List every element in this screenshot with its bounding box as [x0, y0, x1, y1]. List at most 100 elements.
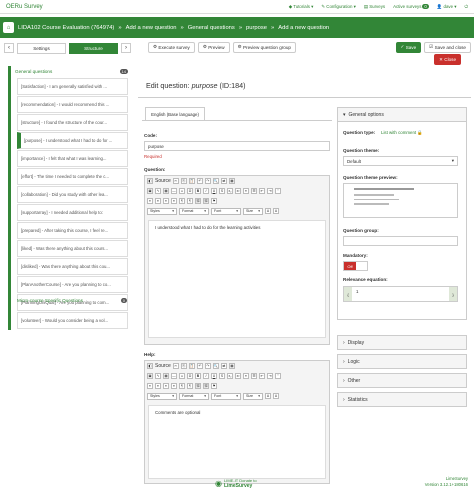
paste-icon[interactable]: 📋: [188, 363, 195, 369]
undo-icon[interactable]: ↶: [196, 178, 203, 184]
save-button[interactable]: ✓ Save: [395, 41, 422, 53]
align-center-icon[interactable]: ≡: [155, 383, 161, 389]
question-item[interactable]: [importance] - I felt that what I was le…: [17, 150, 128, 167]
bold-icon[interactable]: B: [195, 188, 201, 194]
expand-sidebar-button[interactable]: ›: [121, 43, 131, 53]
styles-dropdown[interactable]: Styles ▾: [147, 392, 177, 400]
anchor-icon[interactable]: ⚑: [211, 198, 217, 204]
table-icon[interactable]: ▦: [163, 373, 169, 379]
special-char-icon[interactable]: Ω: [187, 373, 193, 379]
numbered-list-icon[interactable]: ≡: [243, 373, 249, 379]
source-button[interactable]: Source: [155, 178, 171, 184]
format-dropdown[interactable]: Format ▾: [179, 392, 209, 400]
question-item[interactable]: [volunteer] - Would you consider being a…: [17, 312, 128, 329]
redo-icon[interactable]: ↷: [204, 363, 211, 369]
select-all-icon[interactable]: ▦: [228, 178, 235, 184]
question-type-value[interactable]: List with comment 🔒: [378, 128, 458, 137]
breadcrumb-question[interactable]: purpose: [246, 25, 267, 31]
underline-icon[interactable]: U: [211, 373, 217, 379]
styles-dropdown[interactable]: Styles ▾: [147, 207, 177, 215]
justify-icon[interactable]: ≡: [171, 198, 177, 204]
font-dropdown[interactable]: Font ▾: [211, 392, 241, 400]
justify-icon[interactable]: ≡: [171, 383, 177, 389]
donate-logo[interactable]: ◉ LIME-IT Donate to LimeSurvey: [215, 478, 257, 489]
display-header[interactable]: › Display: [337, 335, 467, 350]
unlink-icon[interactable]: ⛓: [203, 198, 209, 204]
numbered-list-icon[interactable]: ≡: [243, 188, 249, 194]
source-icon[interactable]: ◧: [147, 363, 153, 369]
redo-icon[interactable]: ↷: [204, 178, 211, 184]
statistics-header[interactable]: › Statistics: [337, 392, 467, 407]
special-char-icon[interactable]: Ω: [187, 188, 193, 194]
brand-name[interactable]: OERu Survey: [6, 4, 43, 10]
mandatory-toggle[interactable]: Off: [343, 261, 368, 271]
relevance-input[interactable]: 1: [352, 287, 449, 301]
tab-language-english[interactable]: English (Base language): [145, 107, 205, 120]
font-dropdown[interactable]: Font ▾: [211, 207, 241, 215]
bg-color-icon[interactable]: A: [273, 208, 279, 214]
logic-header[interactable]: › Logic: [337, 354, 467, 369]
preview-group-button[interactable]: ⚙ Preview question group: [232, 41, 296, 53]
configuration-menu[interactable]: ✎ Configuration ▾: [321, 4, 355, 10]
question-item-active[interactable]: [purpose] - I understood what I had to d…: [17, 132, 128, 149]
other-header[interactable]: › Other: [337, 373, 467, 388]
cut-icon[interactable]: ✂: [172, 363, 179, 369]
question-group-general[interactable]: General questions 14: [11, 66, 132, 77]
align-right-icon[interactable]: ≡: [163, 383, 169, 389]
question-item[interactable]: [structure] - I found the structure of t…: [17, 114, 128, 131]
ltr-icon[interactable]: ¶: [179, 198, 185, 204]
copy-icon[interactable]: ⎘: [180, 178, 187, 184]
anchor-icon[interactable]: ⚑: [211, 383, 217, 389]
question-text-area[interactable]: I understood what I had to do for the le…: [148, 220, 326, 338]
align-left-icon[interactable]: ≡: [147, 198, 153, 204]
subscript-icon[interactable]: x₂: [227, 373, 233, 379]
subscript-icon[interactable]: x₂: [227, 188, 233, 194]
breadcrumb-add[interactable]: Add a new question: [126, 25, 177, 31]
image-icon[interactable]: ▣: [147, 188, 153, 194]
align-center-icon[interactable]: ≡: [155, 198, 161, 204]
size-dropdown[interactable]: Size ▾: [243, 207, 263, 215]
indent-icon[interactable]: ⇥: [267, 188, 273, 194]
question-item[interactable]: [Satisfaction] - I am generally satisfie…: [17, 78, 128, 95]
text-color-icon[interactable]: A: [265, 208, 271, 214]
ltr-icon[interactable]: ¶: [179, 383, 185, 389]
table-icon[interactable]: ▦: [163, 188, 169, 194]
flash-icon[interactable]: ϟ: [155, 188, 161, 194]
question-item[interactable]: [prepared] - After taking this course, I…: [17, 222, 128, 239]
link-icon[interactable]: ⛓: [195, 198, 201, 204]
save-close-button[interactable]: ☑ Save and close: [424, 41, 471, 53]
help-text-area[interactable]: Comments are optional: [148, 405, 326, 479]
format-dropdown[interactable]: Format ▾: [179, 207, 209, 215]
question-theme-select[interactable]: Default ▾: [343, 156, 458, 166]
tab-settings[interactable]: Settings: [17, 42, 66, 54]
logout-icon[interactable]: ⏻: [465, 4, 468, 9]
bullet-list-icon[interactable]: ☰: [251, 373, 257, 379]
question-group-micro[interactable]: Micro-course Specific Questions 0: [13, 295, 131, 306]
outdent-icon[interactable]: ⇤: [259, 188, 265, 194]
hr-icon[interactable]: —: [171, 373, 177, 379]
surveys-menu[interactable]: ▤ Surveys: [364, 4, 385, 10]
user-menu[interactable]: 👤 dave ▾: [437, 4, 457, 10]
close-button[interactable]: ✕ Close: [434, 54, 461, 65]
breadcrumb-survey[interactable]: LIDA102 Course Evaluation (764974): [18, 25, 114, 31]
rtl-icon[interactable]: ¶: [187, 198, 193, 204]
question-item[interactable]: [recommendation] - I would recommend thi…: [17, 96, 128, 113]
execute-survey-button[interactable]: ⚙ Execute survey: [148, 41, 195, 53]
text-color-icon[interactable]: A: [265, 393, 271, 399]
preview-button[interactable]: ⚙ Preview: [197, 41, 230, 53]
question-item[interactable]: [supportarray] - I needed additional hel…: [17, 204, 128, 221]
select-all-icon[interactable]: ▦: [228, 363, 235, 369]
source-icon[interactable]: ◧: [147, 178, 153, 184]
source-button[interactable]: Source: [155, 363, 171, 369]
blockquote-icon[interactable]: ”: [275, 188, 281, 194]
link-icon[interactable]: ⛓: [195, 383, 201, 389]
undo-icon[interactable]: ↶: [196, 363, 203, 369]
smiley-icon[interactable]: ☺: [179, 373, 185, 379]
superscript-icon[interactable]: x²: [235, 373, 241, 379]
indent-icon[interactable]: ⇥: [267, 373, 273, 379]
tab-structure[interactable]: Structure: [69, 42, 118, 54]
copy-icon[interactable]: ⎘: [180, 363, 187, 369]
replace-icon[interactable]: ⇄: [220, 363, 227, 369]
rtl-icon[interactable]: ¶: [187, 383, 193, 389]
align-left-icon[interactable]: ≡: [147, 383, 153, 389]
